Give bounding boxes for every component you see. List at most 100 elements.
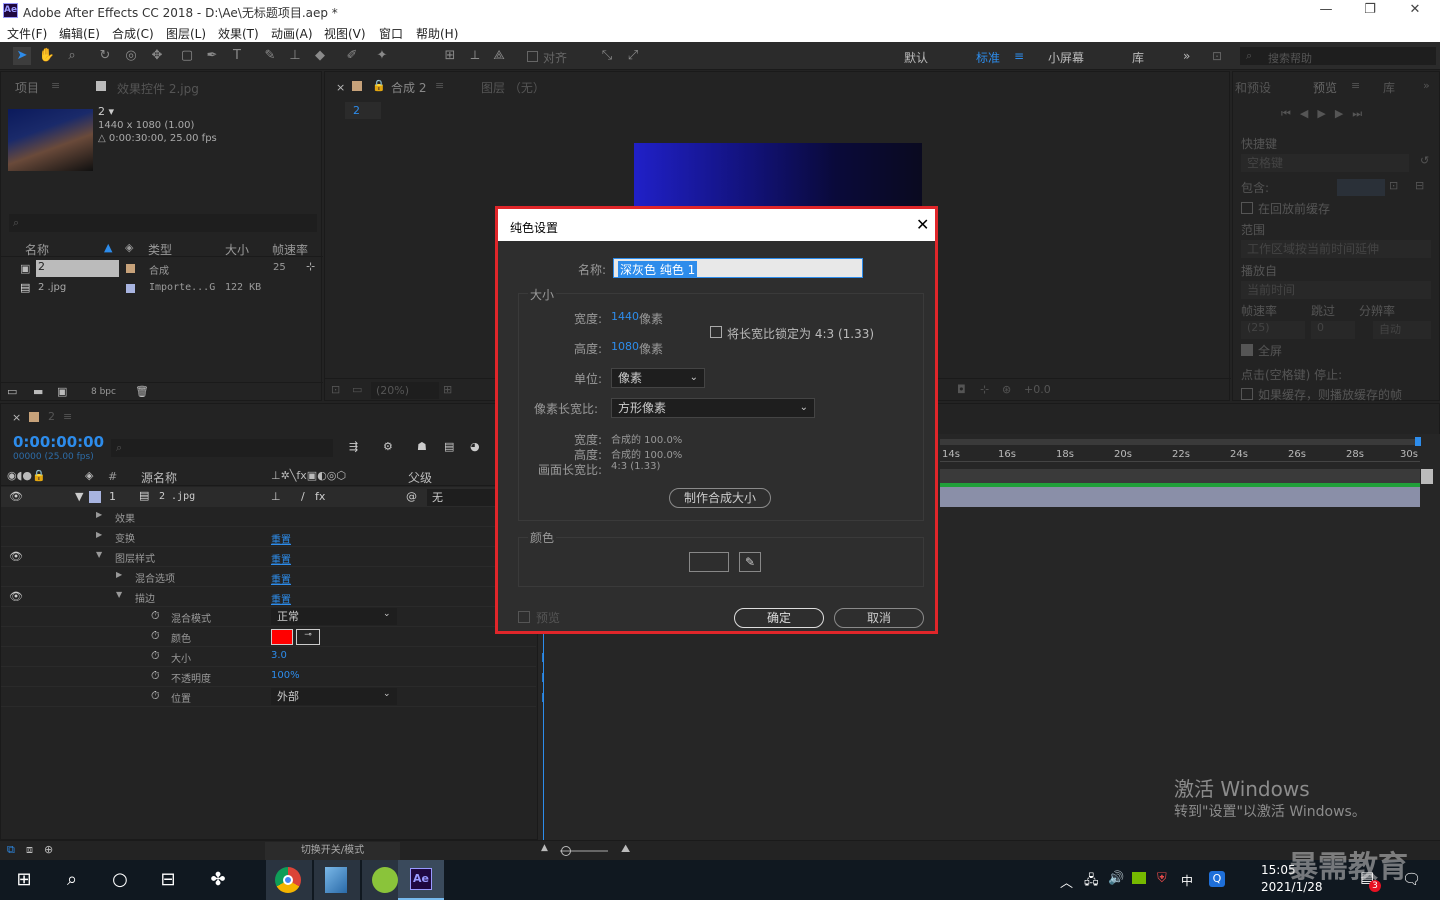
stroke-opacity-value[interactable]: 100% [271, 670, 300, 681]
flowchart-view-icon[interactable]: ⊹ [980, 383, 989, 396]
selection-tool-icon[interactable]: ➤ [13, 47, 31, 65]
show-hidden-icons[interactable]: ︿ [1060, 872, 1073, 891]
brush-tool-icon[interactable]: ✎ [261, 47, 279, 65]
hand-tool-icon[interactable]: ✋ [38, 47, 56, 65]
parent-column[interactable]: 父级 [408, 469, 432, 486]
time-ruler[interactable]: 14s 16s 18s 20s 22s 24s 26s 28s 30s [940, 446, 1420, 462]
in-out-toggle-icon[interactable]: ⊕ [44, 843, 53, 856]
visibility-eye-icon[interactable]: 👁 [9, 550, 23, 563]
rectangle-tool-icon[interactable]: ▢ [178, 47, 196, 65]
expand-twirl-icon[interactable]: ▼ [75, 490, 83, 503]
search-icon[interactable]: ⌕ [58, 866, 86, 894]
menu-animation[interactable]: 动画(A) [271, 25, 313, 42]
project-row[interactable]: ▣ 2 合成 25 ⊹ [1, 259, 323, 278]
zoom-in-icon[interactable]: ⛰ [621, 842, 630, 856]
ok-button[interactable]: 确定 [734, 608, 824, 628]
lock-aspect-checkbox[interactable] [710, 326, 722, 338]
col-type[interactable]: 类型 [148, 241, 172, 258]
preview-tab-menu-icon[interactable]: ≡ [1351, 79, 1360, 92]
layer-tab[interactable]: 图层 （无） [481, 79, 545, 96]
security-shield-icon[interactable]: ⛨ [1157, 871, 1167, 886]
solid-color-swatch[interactable] [689, 552, 729, 572]
comp-tab-menu-icon[interactable]: ≡ [435, 79, 444, 92]
label-tag-icon[interactable]: ◈ [125, 241, 133, 254]
presets-tab[interactable]: 和预设 [1235, 79, 1271, 96]
timeline-tab[interactable]: 2 [48, 410, 55, 423]
close-window-icon[interactable]: ✕ [1407, 2, 1423, 18]
property-row-layer-styles[interactable]: 👁 ▼ 图层样式 重置 [1, 547, 536, 567]
timeline-zoom-handle[interactable] [561, 846, 571, 856]
panel-overflow-icon[interactable]: » [1423, 79, 1430, 92]
camera-tool-icon[interactable]: ◎ [122, 47, 140, 65]
av-features-icons[interactable]: ◉◖●🔒 [7, 469, 46, 482]
pinwheel-app-icon[interactable]: ✤ [204, 866, 232, 894]
zoom-out-icon[interactable]: ▲ [541, 843, 548, 853]
delete-icon[interactable]: 🗑 [135, 385, 149, 398]
layer-row[interactable]: 👁 ▼ 1 ▤ 2 .jpg ⊥ / fx @ 无 [1, 487, 536, 507]
composition-tab[interactable]: 合成 2 [391, 79, 426, 96]
axis-local-icon[interactable]: ⊞ [441, 47, 459, 65]
reset-exposure-icon[interactable]: ⊛ [1002, 383, 1011, 396]
project-tab[interactable]: 项目 [15, 79, 39, 96]
menu-view[interactable]: 视图(V) [324, 25, 366, 42]
restore-icon[interactable]: ❐ [1362, 2, 1378, 18]
make-comp-size-button[interactable]: 制作合成大小 [669, 488, 771, 508]
twirl-open-icon[interactable]: ▼ [96, 550, 102, 559]
menu-layer[interactable]: 图层(L) [166, 25, 206, 42]
stopwatch-icon[interactable]: ⏱ [151, 629, 160, 643]
after-effects-taskbar-button[interactable]: Ae [398, 860, 444, 900]
motion-blur-icon[interactable]: ◕ [470, 440, 480, 453]
composition-mini-flowchart-icon[interactable]: ⇶ [349, 440, 358, 453]
twirl-open-icon[interactable]: ▼ [116, 590, 122, 599]
lock-icon[interactable]: 🔒 [372, 79, 386, 92]
playback-controls[interactable]: ⏮◀▶▶⏭ [1281, 107, 1371, 121]
solid-name-input[interactable]: 深灰色 纯色 1 [613, 258, 863, 278]
stroke-color-row[interactable]: ⏱ 颜色 ⊸ [1, 627, 536, 647]
switches-column-icons[interactable]: ⊥✲╲fx▣◐◎⬡ [271, 469, 346, 482]
reset-link[interactable]: 重置 [271, 591, 291, 606]
work-area-bar[interactable] [940, 439, 1420, 445]
puppet-pin-tool-icon[interactable]: ✦ [373, 47, 391, 65]
pan-behind-tool-icon[interactable]: ✥ [148, 47, 166, 65]
reset-link[interactable]: 重置 [271, 531, 291, 546]
new-folder-icon[interactable]: ▬ [33, 385, 43, 398]
stroke-blend-mode-row[interactable]: ⏱ 混合模式 正常 ⌄ [1, 607, 536, 627]
stroke-color-swatch[interactable] [271, 629, 293, 645]
comp-marker-well[interactable] [1421, 469, 1433, 484]
zoom-dropdown[interactable]: (20%) [371, 382, 439, 399]
source-name-column[interactable]: 源名称 [141, 469, 177, 486]
workspace-default[interactable]: 默认 [904, 49, 928, 66]
workspace-library[interactable]: 库 [1132, 49, 1144, 66]
width-value[interactable]: 1440 [611, 310, 639, 323]
current-timecode[interactable]: 0:00:00:00 [13, 433, 104, 451]
monitor-icon[interactable]: ▭ [352, 383, 362, 396]
sync-settings-icon[interactable]: ⊡ [1212, 49, 1222, 63]
visibility-eye-icon[interactable]: 👁 [9, 590, 23, 603]
exposure-value[interactable]: +0.0 [1024, 383, 1051, 396]
flowchart-icon[interactable]: ⊹ [306, 260, 315, 273]
reset-link[interactable]: 重置 [271, 571, 291, 586]
timeline-tab-menu-icon[interactable]: ≡ [63, 410, 72, 423]
property-row-effects[interactable]: ▶ 效果 [1, 507, 536, 527]
axis-world-icon[interactable]: ⟂ [466, 47, 484, 65]
twirl-closed-icon[interactable]: ▶ [116, 570, 122, 579]
clone-stamp-tool-icon[interactable]: ⊥ [286, 47, 304, 65]
qq-icon[interactable]: Q [1209, 871, 1225, 887]
play-from-dropdown[interactable]: 当前时间 [1241, 281, 1431, 299]
resolution-dropdown[interactable]: 自动 [1373, 321, 1431, 339]
stroke-size-value[interactable]: 3.0 [271, 650, 287, 661]
pen-tool-icon[interactable]: ✒ [203, 47, 221, 65]
fps-dropdown[interactable]: (25) [1241, 321, 1305, 339]
library-tab[interactable]: 库 [1383, 79, 1395, 96]
include-layer-controls-icon[interactable]: ⊟ [1415, 179, 1424, 192]
menu-edit[interactable]: 编辑(E) [59, 25, 100, 42]
bpc-toggle[interactable]: 8 bpc [91, 387, 116, 397]
stopwatch-icon[interactable]: ⏱ [151, 609, 160, 623]
stroke-opacity-row[interactable]: ⏱ 不透明度 100% [1, 667, 536, 687]
include-video-audio-toggles[interactable] [1337, 179, 1385, 196]
sort-asc-icon[interactable]: ▲ [104, 241, 112, 254]
shy-switch-icon[interactable]: ⊥ [271, 490, 281, 503]
menu-window[interactable]: 窗口 [379, 25, 403, 42]
layer-switches-toggle-icon[interactable]: ⧉ [7, 843, 15, 857]
cortana-icon[interactable]: ○ [106, 866, 134, 894]
